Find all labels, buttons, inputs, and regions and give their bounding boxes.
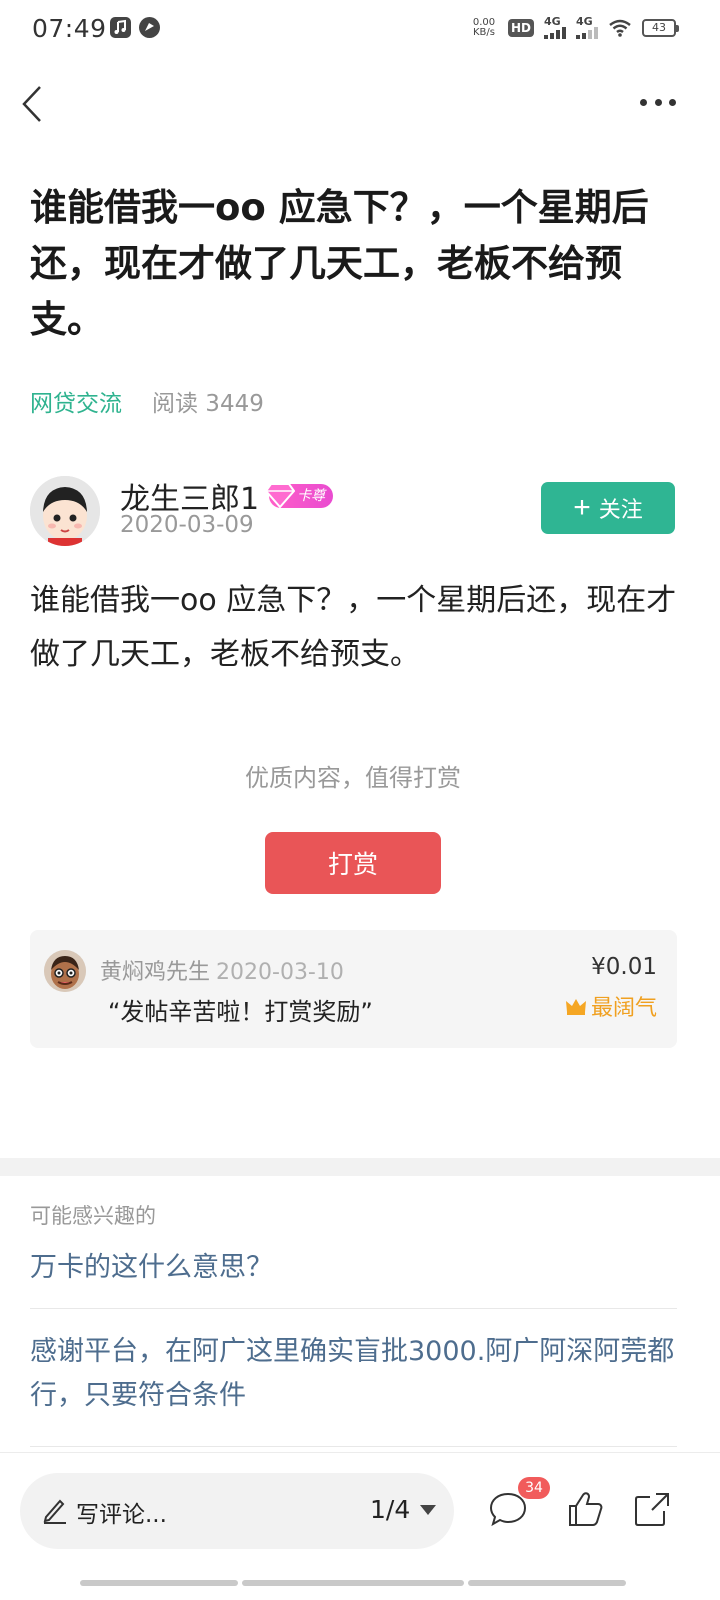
rewarder-avatar[interactable] xyxy=(44,950,86,992)
top-reward-tag: 最阔气 xyxy=(565,990,657,1022)
status-time: 07:49 xyxy=(32,14,107,43)
reward-hint: 优质内容，值得打赏 xyxy=(245,764,461,792)
comment-placeholder: 写评论... xyxy=(76,1502,167,1528)
follow-button[interactable]: + 关注 xyxy=(541,482,675,534)
battery-icon: 43 xyxy=(642,18,679,37)
hd-badge: HD xyxy=(507,18,534,37)
chevron-left-icon xyxy=(22,86,41,122)
recommend-label: 可能感兴趣的 xyxy=(30,1204,156,1228)
reward-button[interactable]: 打赏 xyxy=(265,832,441,894)
caret-down-icon xyxy=(420,1504,437,1515)
music-note-icon xyxy=(110,17,131,38)
pencil-icon xyxy=(43,1499,66,1524)
page-indicator[interactable]: 1/4 xyxy=(370,1495,437,1524)
list-divider xyxy=(30,1308,677,1309)
diamond-icon xyxy=(265,483,296,509)
comment-count-badge: 34 xyxy=(518,1477,550,1499)
location-icon xyxy=(139,17,160,38)
category-link[interactable]: 网贷交流 xyxy=(30,384,122,418)
net-speed: 0.00 KB/s xyxy=(472,16,496,38)
signal-2: 4G xyxy=(576,16,598,39)
rewarder-name[interactable]: 黄焖鸡先生 xyxy=(100,960,210,985)
reward-amount: ¥0.01 xyxy=(591,954,657,980)
wifi-icon xyxy=(609,19,631,37)
list-divider xyxy=(30,1446,677,1447)
post-title: 谁能借我一oo 应急下？，一个星期后还，现在才做了几天工，老板不给预支。 xyxy=(30,186,649,341)
thumbs-up-icon[interactable] xyxy=(565,1489,605,1529)
gesture-bar xyxy=(468,1580,626,1586)
post-meta: 网贷交流 阅读 3449 xyxy=(30,384,264,418)
vip-badge: 卡尊 xyxy=(265,483,334,509)
reward-message: “发帖辛苦啦！打赏奖励” xyxy=(108,998,373,1026)
more-button[interactable] xyxy=(640,94,676,110)
comment-input[interactable]: 写评论... 1/4 xyxy=(20,1473,454,1549)
signal-1: 4G xyxy=(544,16,566,39)
crown-icon xyxy=(565,999,586,1015)
reward-date: 2020-03-10 xyxy=(216,960,344,985)
section-divider xyxy=(0,1158,720,1176)
rewarder-name-row: 黄焖鸡先生 2020-03-10 xyxy=(100,954,344,986)
post-date: 2020-03-09 xyxy=(120,512,254,538)
author-avatar[interactable] xyxy=(30,476,100,546)
plus-icon: + xyxy=(573,491,591,524)
signal-bars-icon xyxy=(576,27,598,39)
post-body: 谁能借我一oo 应急下？，一个星期后还，现在才做了几天工，老板不给预支。 xyxy=(30,583,677,672)
read-count: 阅读 3449 xyxy=(152,391,264,417)
cartoon-boy-avatar xyxy=(30,476,100,546)
reward-record-card: 黄焖鸡先生 2020-03-10 “发帖辛苦啦！打赏奖励” ¥0.01 最阔气 xyxy=(30,930,677,1048)
status-left-icons xyxy=(110,17,160,38)
gesture-bar xyxy=(80,1580,238,1586)
more-dots-icon xyxy=(640,98,647,106)
status-right-icons: 0.00 KB/s HD 4G 4G 43 xyxy=(470,16,679,39)
recommend-item[interactable]: 感谢平台，在阿广这里确实盲批3000.阿广阿深阿莞都行，只要符合条件 xyxy=(30,1330,677,1418)
share-icon[interactable] xyxy=(632,1489,672,1529)
bottom-action-bar: 写评论... 1/4 34 xyxy=(0,1452,720,1572)
cartoon-avatar xyxy=(44,950,86,992)
status-bar: 07:49 0.00 KB/s HD 4G 4G 43 xyxy=(0,0,720,58)
signal-bars-icon xyxy=(544,27,566,39)
recommend-item[interactable]: 万卡的这什么意思？ xyxy=(30,1246,677,1290)
gesture-bar xyxy=(242,1580,464,1586)
back-button[interactable] xyxy=(18,84,48,124)
